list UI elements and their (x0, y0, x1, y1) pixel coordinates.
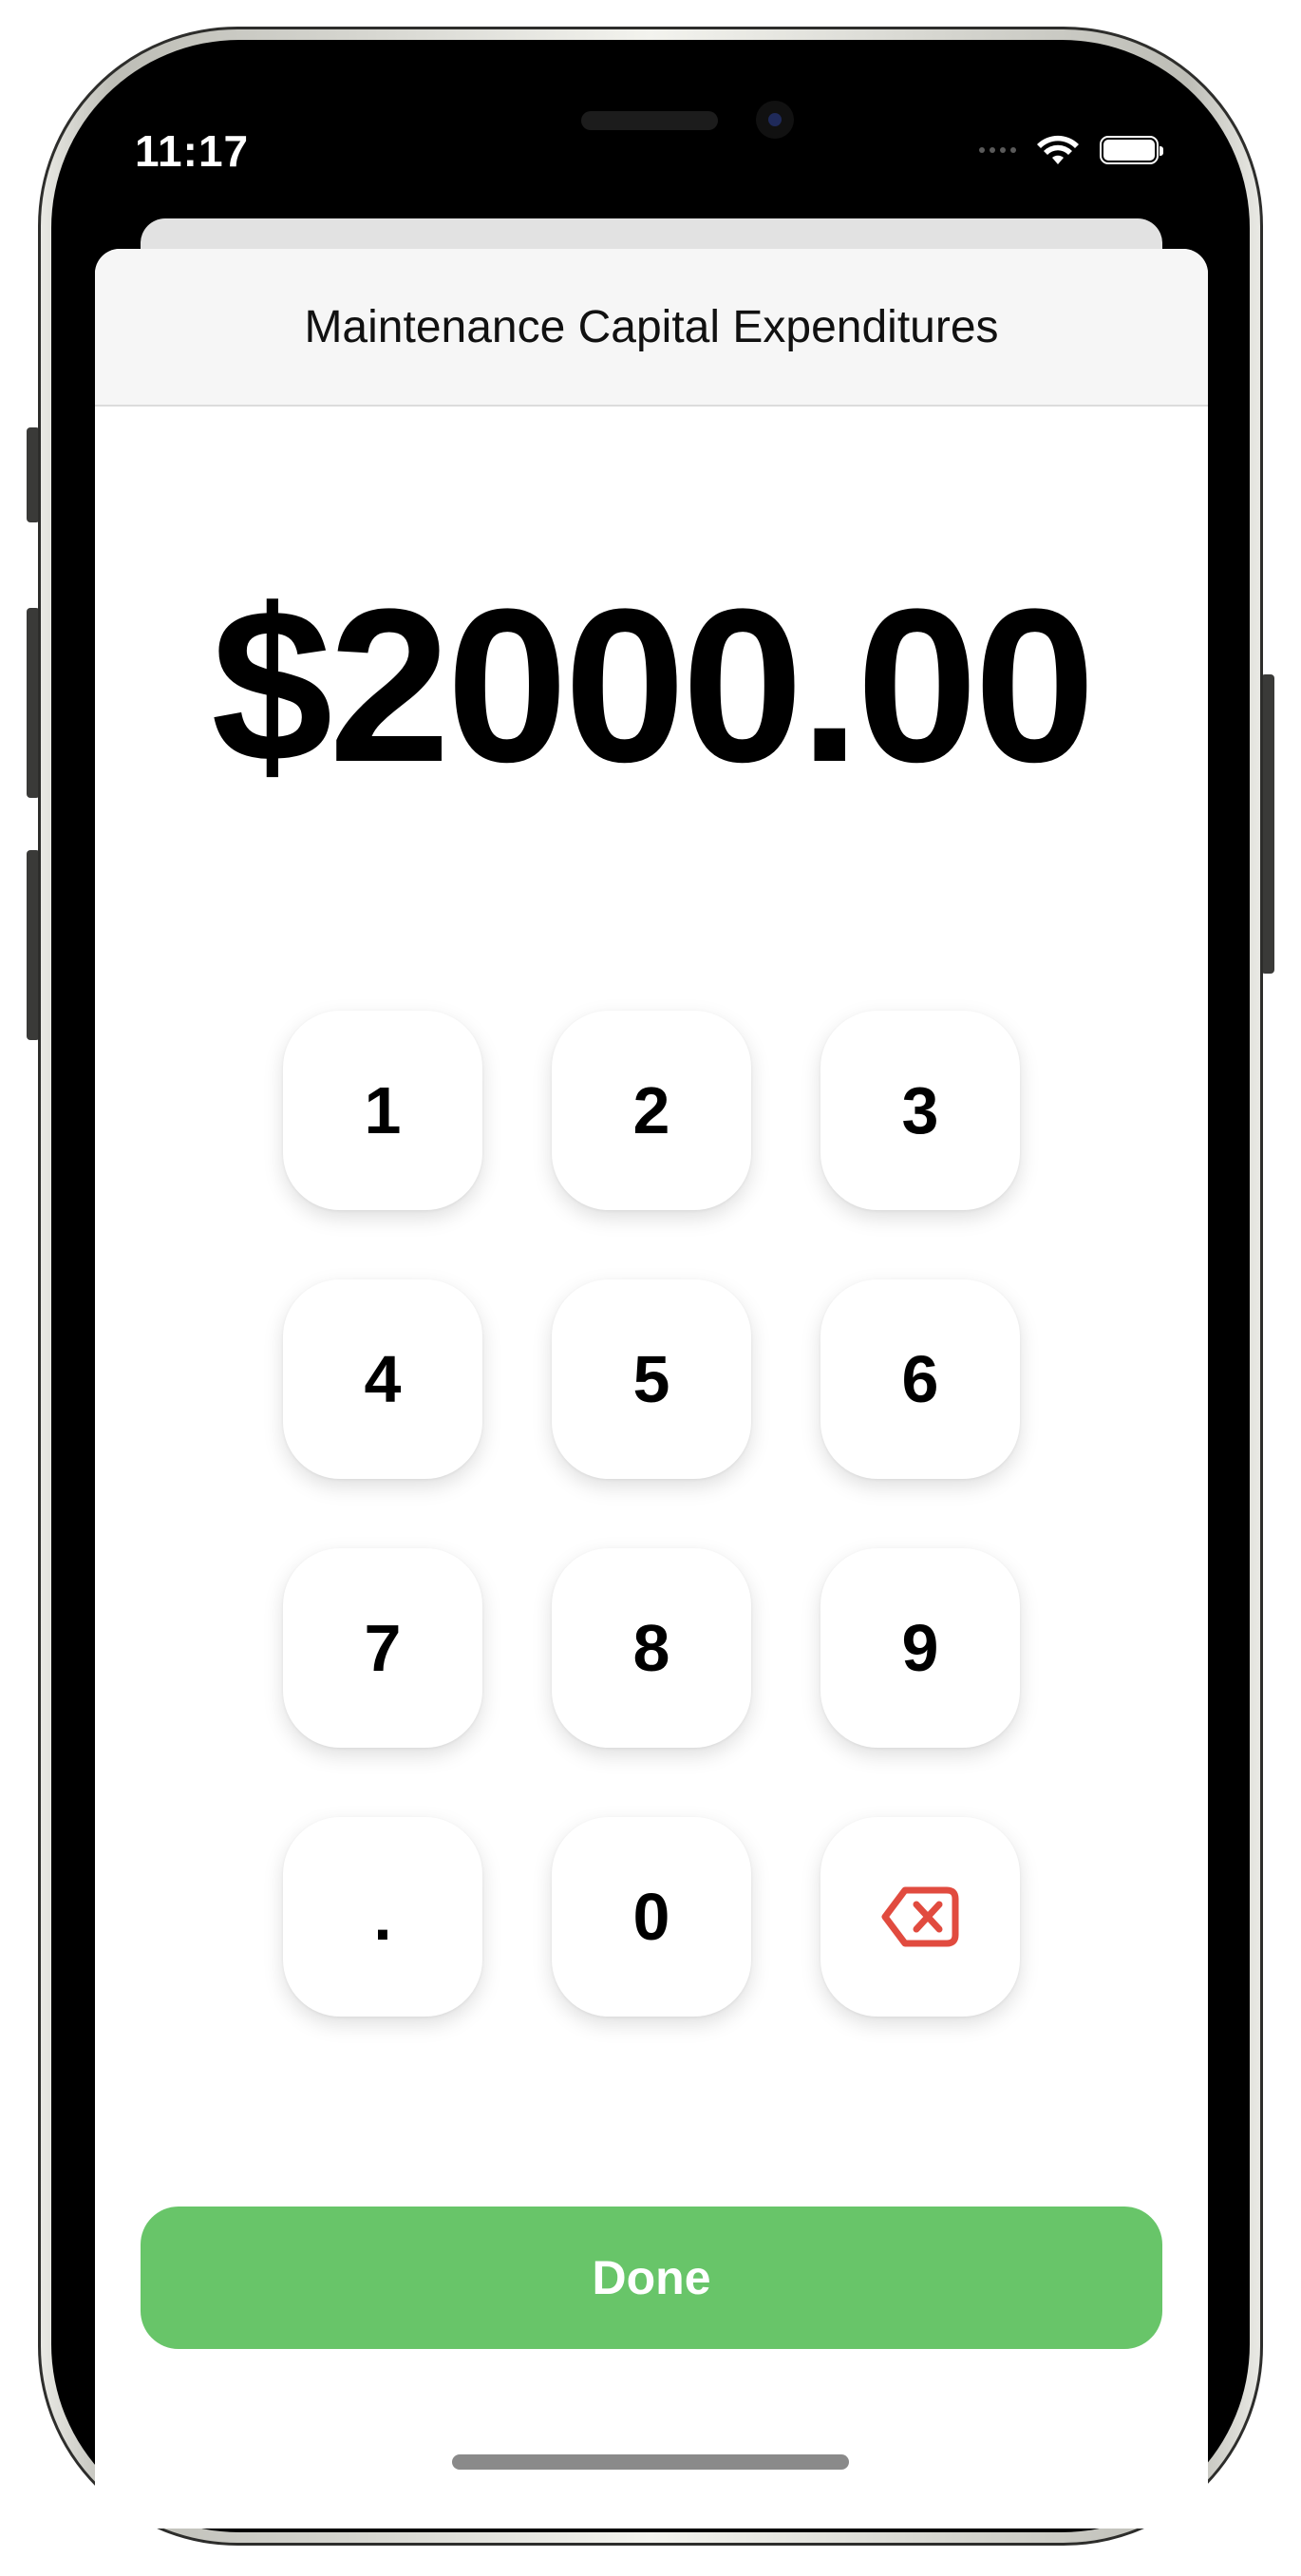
cellular-signal-icon (979, 147, 1016, 153)
battery-icon (1100, 136, 1163, 164)
key-3[interactable]: 3 (820, 1011, 1020, 1210)
done-button[interactable]: Done (141, 2207, 1162, 2349)
key-4[interactable]: 4 (283, 1279, 482, 1479)
amount-display: $2000.00 (211, 563, 1095, 807)
power-button (1261, 674, 1274, 974)
amount-entry-sheet: Maintenance Capital Expenditures $2000.0… (95, 249, 1208, 2529)
key-backspace[interactable] (820, 1817, 1020, 2017)
key-decimal[interactable]: . (283, 1817, 482, 2017)
key-1[interactable]: 1 (283, 1011, 482, 1210)
key-6[interactable]: 6 (820, 1279, 1020, 1479)
status-time: 11:17 (135, 126, 250, 176)
wifi-icon (1037, 135, 1079, 164)
key-7[interactable]: 7 (283, 1548, 482, 1748)
delete-backward-icon (881, 1886, 959, 1947)
sheet-header: Maintenance Capital Expenditures (95, 249, 1208, 407)
front-camera (756, 101, 794, 139)
sheet-title: Maintenance Capital Expenditures (304, 301, 999, 352)
home-indicator[interactable] (452, 2454, 849, 2470)
key-5[interactable]: 5 (552, 1279, 751, 1479)
key-0[interactable]: 0 (552, 1817, 751, 2017)
key-2[interactable]: 2 (552, 1011, 751, 1210)
earpiece-speaker (581, 111, 718, 130)
key-8[interactable]: 8 (552, 1548, 751, 1748)
status-icons (979, 133, 1163, 167)
key-9[interactable]: 9 (820, 1548, 1020, 1748)
